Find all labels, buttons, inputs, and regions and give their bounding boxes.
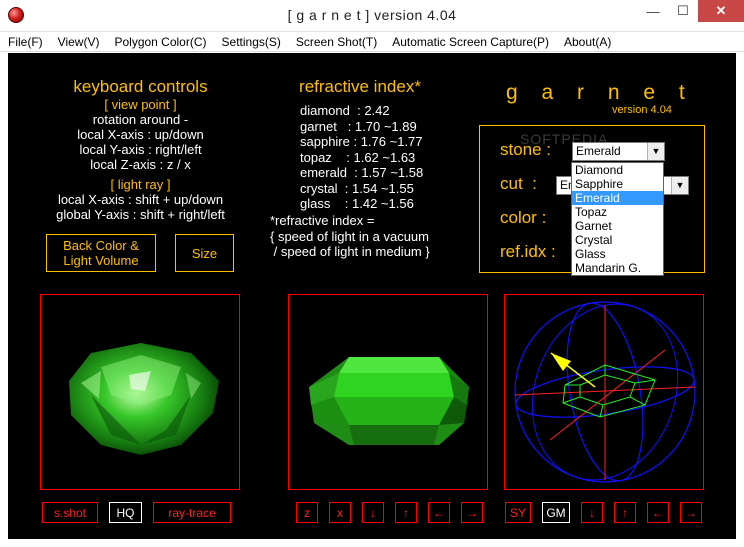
option-topaz[interactable]: Topaz: [572, 205, 663, 219]
menu-file[interactable]: File(F): [8, 35, 43, 49]
ri-glass: glass : 1.42 ~1.56: [300, 196, 414, 211]
option-garnet[interactable]: Garnet: [572, 219, 663, 233]
wire-up-arrow-button[interactable]: ↑: [614, 502, 636, 523]
menu-view[interactable]: View(V): [58, 35, 100, 49]
brand-title: g a r n e t: [506, 81, 694, 104]
brand-version: version 4.04: [612, 104, 672, 116]
raytrace-button[interactable]: ray-trace: [153, 502, 231, 523]
option-crystal[interactable]: Crystal: [572, 233, 663, 247]
option-diamond[interactable]: Diamond: [572, 163, 663, 177]
wire-left-arrow-button[interactable]: ←: [647, 502, 669, 523]
middle-toolbar: z x ↓ ↑ ← →: [296, 502, 494, 523]
viewpoint-heading: [ view point ]: [104, 97, 177, 112]
lightray-x-text: local X-axis : shift + up/down: [57, 192, 224, 207]
down-arrow-button[interactable]: ↓: [362, 502, 384, 523]
right-arrow-button[interactable]: →: [461, 502, 483, 523]
maximize-button[interactable]: ☐: [668, 0, 698, 22]
solid-gem: [309, 357, 469, 445]
close-button[interactable]: ✕: [698, 0, 744, 22]
cut-label: cut :: [500, 174, 537, 193]
menu-polygon-color[interactable]: Polygon Color(C): [114, 35, 206, 49]
keyboard-heading: keyboard controls: [73, 77, 208, 96]
ri-topaz: topaz : 1.62 ~1.63: [300, 149, 416, 165]
left-arrow-button[interactable]: ←: [428, 502, 450, 523]
menu-bar: File(F) View(V) Polygon Color(C) Setting…: [0, 32, 744, 52]
x-button[interactable]: x: [329, 502, 351, 523]
option-sapphire[interactable]: Sapphire: [572, 177, 663, 191]
sy-button[interactable]: SY: [505, 502, 531, 523]
wireframe-gem: [514, 301, 696, 483]
menu-screen-shot[interactable]: Screen Shot(T): [296, 35, 377, 49]
lightray-y-text: global Y-axis : shift + right/left: [56, 207, 225, 222]
ri-diamond: diamond : 2.42: [300, 103, 390, 118]
title-bar: [ g a r n e t ] version 4.04 — ☐ ✕: [0, 0, 744, 32]
menu-about[interactable]: About(A): [564, 35, 611, 49]
refractive-index: refractive index* diamond : 2.42 garnet …: [270, 77, 470, 212]
option-emerald[interactable]: Emerald: [572, 191, 663, 205]
option-glass[interactable]: Glass: [572, 247, 663, 261]
stone-label: stone :: [500, 140, 552, 159]
window-controls: — ☐ ✕: [638, 0, 744, 22]
wire-right-arrow-button[interactable]: →: [680, 502, 702, 523]
ri-crystal: crystal : 1.54 ~1.55: [300, 180, 414, 196]
window-title: [ g a r n e t ] version 4.04: [287, 7, 457, 23]
raytrace-view[interactable]: [40, 294, 240, 490]
solid-view[interactable]: [288, 294, 488, 490]
rotation-text: rotation around -: [92, 112, 189, 127]
menu-auto-capture[interactable]: Automatic Screen Capture(P): [392, 35, 549, 49]
z-button[interactable]: z: [296, 502, 318, 523]
right-toolbar: SY GM ↓ ↑ ← →: [505, 502, 713, 523]
menu-settings[interactable]: Settings(S): [222, 35, 281, 49]
wire-down-arrow-button[interactable]: ↓: [581, 502, 603, 523]
back-color-button[interactable]: Back Color & Light Volume: [46, 234, 156, 272]
size-button[interactable]: Size: [175, 234, 234, 272]
hq-button[interactable]: HQ: [109, 502, 142, 523]
ri-garnet: garnet : 1.70 ~1.89: [300, 118, 417, 134]
wireframe-view[interactable]: [504, 294, 704, 490]
rendered-gem: [69, 343, 219, 455]
refractive-heading: refractive index*: [299, 77, 421, 96]
y-axis-text: local Y-axis : right/left: [79, 142, 202, 157]
x-axis-text: local X-axis : up/down: [77, 127, 204, 142]
stone-dropdown-list: Diamond Sapphire Emerald Topaz Garnet Cr…: [571, 162, 664, 276]
stone-select-value: Emerald: [576, 144, 621, 158]
up-arrow-button[interactable]: ↑: [395, 502, 417, 523]
left-toolbar: s.shot HQ ray-trace: [42, 502, 242, 523]
lightray-heading: [ light ray ]: [110, 177, 171, 192]
minimize-button[interactable]: —: [638, 0, 668, 22]
chevron-down-icon[interactable]: ▼: [647, 143, 664, 160]
stone-select[interactable]: Emerald ▼: [572, 142, 665, 161]
ri-emerald: emerald : 1.57 ~1.58: [300, 165, 424, 180]
z-axis-text: local Z-axis : z / x: [90, 157, 191, 172]
screenshot-button[interactable]: s.shot: [42, 502, 98, 523]
keyboard-controls: keyboard controls [ view point ] rotatio…: [38, 77, 243, 222]
refractive-note: *refractive index = { speed of light in …: [270, 213, 430, 259]
refidx-label: ref.idx :: [500, 242, 556, 261]
gm-button[interactable]: GM: [542, 502, 570, 523]
chevron-down-icon[interactable]: ▼: [671, 177, 688, 194]
client-area: keyboard controls [ view point ] rotatio…: [8, 53, 736, 539]
option-mandarin[interactable]: Mandarin G.: [572, 261, 663, 275]
ri-sapphire: sapphire : 1.76 ~1.77: [300, 134, 423, 149]
color-label: color :: [500, 208, 547, 227]
